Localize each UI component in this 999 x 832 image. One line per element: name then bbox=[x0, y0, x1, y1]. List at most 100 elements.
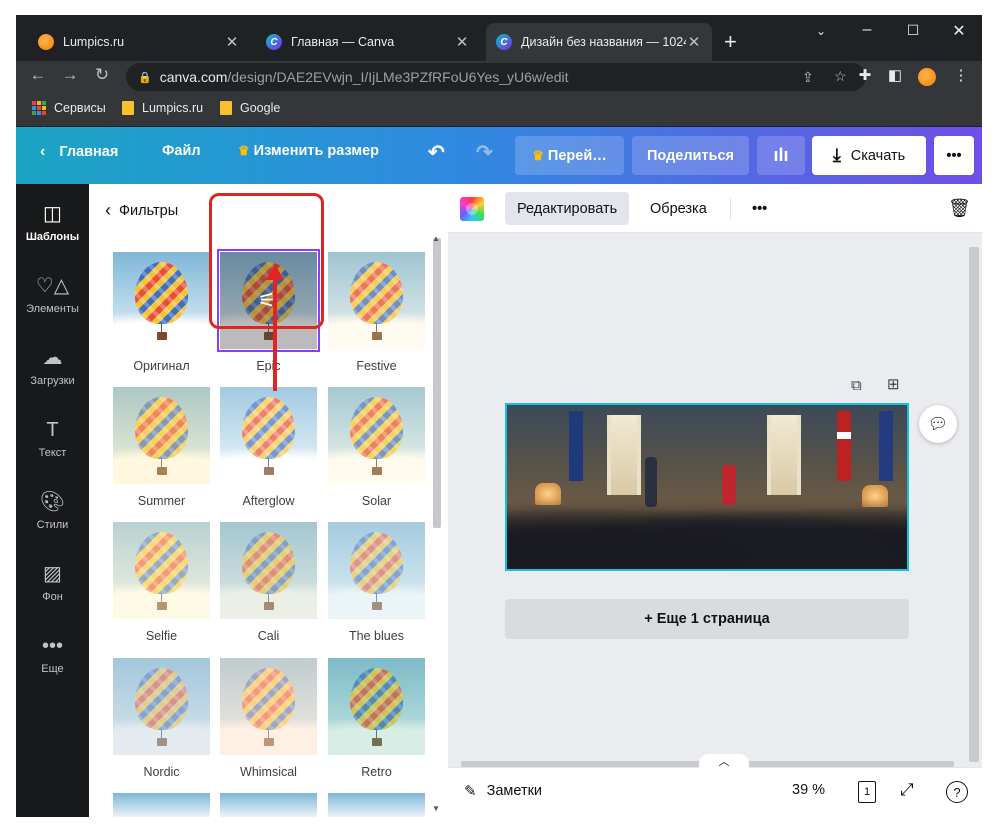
filter-thumbnail[interactable] bbox=[220, 793, 317, 817]
scroll-up-icon[interactable]: ▲ bbox=[432, 234, 440, 243]
trash-icon[interactable]: 🗑︎ bbox=[936, 192, 982, 225]
filter-name: Cali bbox=[257, 629, 280, 643]
bookmark-star-icon[interactable]: ☆ bbox=[834, 68, 847, 85]
filter-option[interactable]: Cali bbox=[220, 522, 317, 643]
canvas-scrollbar-thumb[interactable] bbox=[969, 247, 979, 762]
rail-item-elements[interactable]: ♡△ Элементы bbox=[16, 274, 89, 315]
close-icon[interactable]: ✕ bbox=[454, 33, 470, 51]
edit-image-button[interactable]: Редактировать bbox=[505, 192, 630, 225]
filter-thumbnail[interactable] bbox=[220, 522, 317, 619]
annotation-arrow bbox=[273, 276, 277, 391]
filter-option[interactable]: Summer bbox=[113, 387, 210, 508]
redo-icon[interactable]: ↷ bbox=[476, 140, 493, 165]
address-bar[interactable]: 🔒 canva.com /design/DAE2EVwjn_I/IjLMe3PZ… bbox=[126, 63, 866, 91]
download-button[interactable]: ⤓ Скачать bbox=[812, 136, 926, 175]
rail-label: Текст bbox=[38, 447, 67, 459]
pages-drawer-toggle-icon[interactable]: ︿ bbox=[699, 754, 749, 768]
fullscreen-icon[interactable]: ⤢ bbox=[900, 780, 914, 800]
rail-label: Еще bbox=[41, 663, 64, 675]
browser-tab[interactable]: C Главная — Canva ✕ bbox=[256, 23, 480, 61]
filter-option[interactable]: Solar bbox=[328, 387, 425, 508]
close-icon[interactable]: ✕ bbox=[224, 33, 240, 51]
rail-item-uploads[interactable]: ☁ Загрузки bbox=[16, 346, 89, 387]
filter-option-partial[interactable] bbox=[113, 793, 210, 817]
comment-icon[interactable]: 💬︎ bbox=[919, 405, 957, 443]
filter-thumbnail[interactable] bbox=[113, 793, 210, 817]
share-button[interactable]: Поделиться bbox=[632, 136, 749, 175]
filter-name: Whimsical bbox=[240, 765, 297, 779]
filter-option-partial[interactable] bbox=[220, 793, 317, 817]
filter-thumbnail[interactable] bbox=[113, 658, 210, 755]
upgrade-button[interactable]: ♛ Перей… bbox=[515, 136, 624, 175]
filter-option[interactable]: Nordic bbox=[113, 658, 210, 779]
rail-item-more[interactable]: ••• Еще bbox=[16, 634, 89, 675]
page-count-button[interactable]: 1 bbox=[858, 781, 876, 803]
forward-icon[interactable]: → bbox=[58, 65, 82, 85]
bookmark-lumpics[interactable]: Lumpics.ru bbox=[122, 101, 203, 115]
filter-option[interactable]: Afterglow bbox=[220, 387, 317, 508]
tab-search-icon[interactable]: ⌄ bbox=[806, 24, 836, 38]
new-tab-icon[interactable]: + bbox=[724, 29, 737, 55]
rail-item-templates[interactable]: ◫ Шаблоны bbox=[16, 202, 89, 243]
home-button[interactable]: ‹ Главная bbox=[40, 143, 118, 161]
file-menu[interactable]: Файл bbox=[162, 143, 201, 159]
filter-option[interactable]: Selfie bbox=[113, 522, 210, 643]
panel-back-button[interactable]: ‹ Фильтры bbox=[105, 200, 178, 221]
rail-label: Шаблоны bbox=[25, 231, 80, 243]
more-options-button[interactable]: ••• bbox=[740, 192, 779, 225]
filter-thumbnail[interactable] bbox=[113, 522, 210, 619]
window-close-icon[interactable]: ✕ bbox=[944, 21, 974, 41]
notes-button[interactable]: ✎ Заметки bbox=[464, 782, 542, 800]
browser-tab-active[interactable]: C Дизайн без названия — 1024 ✕ bbox=[486, 23, 712, 61]
scroll-down-icon[interactable]: ▼ bbox=[432, 804, 440, 813]
filter-thumbnail[interactable] bbox=[328, 252, 425, 349]
add-page-button[interactable]: + Еще 1 страница bbox=[505, 599, 909, 639]
filter-thumbnail[interactable] bbox=[113, 387, 210, 484]
add-page-icon[interactable]: ⊞ bbox=[887, 375, 900, 393]
maximize-icon[interactable]: ☐ bbox=[898, 22, 928, 39]
filter-thumbnail[interactable] bbox=[220, 387, 317, 484]
rail-item-background[interactable]: ▨ Фон bbox=[16, 562, 89, 603]
filter-thumbnail[interactable] bbox=[113, 252, 210, 349]
side-panel-icon[interactable]: ◧ bbox=[884, 66, 906, 84]
filter-option[interactable]: The blues bbox=[328, 522, 425, 643]
filter-option-partial[interactable] bbox=[328, 793, 425, 817]
zoom-level[interactable]: 39 % bbox=[792, 782, 825, 798]
panel-scrollbar-thumb[interactable] bbox=[433, 238, 441, 528]
bookmark-apps[interactable]: Сервисы bbox=[32, 101, 106, 115]
filter-thumbnail[interactable] bbox=[328, 658, 425, 755]
design-page-image[interactable] bbox=[505, 403, 909, 571]
extensions-icon[interactable]: ✚ bbox=[854, 66, 876, 84]
rail-item-text[interactable]: T Текст bbox=[16, 418, 89, 459]
undo-icon[interactable]: ↶ bbox=[428, 140, 445, 165]
close-icon[interactable]: ✕ bbox=[686, 33, 702, 51]
filter-thumbnail[interactable] bbox=[220, 658, 317, 755]
download-label: Скачать bbox=[850, 147, 906, 164]
filter-option[interactable]: Whimsical bbox=[220, 658, 317, 779]
filter-option[interactable]: Retro bbox=[328, 658, 425, 779]
bookmark-google[interactable]: Google bbox=[220, 101, 280, 115]
minimize-icon[interactable]: – bbox=[852, 21, 882, 39]
color-picker-icon[interactable] bbox=[460, 197, 484, 221]
crown-icon: ♛ bbox=[238, 143, 250, 158]
browser-tab[interactable]: Lumpics.ru ✕ bbox=[28, 23, 250, 61]
profile-avatar[interactable] bbox=[918, 68, 936, 86]
filter-option[interactable]: Оригинал bbox=[113, 252, 210, 373]
duplicate-page-icon[interactable]: ⧉ bbox=[851, 377, 862, 394]
filter-thumbnail[interactable] bbox=[328, 387, 425, 484]
back-icon[interactable]: ← bbox=[26, 65, 50, 85]
help-button[interactable]: ? bbox=[946, 781, 968, 803]
reload-icon[interactable]: ↻ bbox=[90, 65, 114, 85]
share-page-icon[interactable]: ⇪ bbox=[802, 69, 814, 86]
insights-chart-icon[interactable]: ılı bbox=[757, 136, 805, 175]
filter-thumbnail[interactable] bbox=[328, 522, 425, 619]
filter-option[interactable]: Festive bbox=[328, 252, 425, 373]
rail-item-styles[interactable]: 🎨︎ Стили bbox=[16, 490, 89, 531]
resize-button[interactable]: ♛ Изменить размер bbox=[238, 143, 379, 159]
folder-icon bbox=[122, 101, 134, 115]
crop-button[interactable]: Обрезка bbox=[638, 192, 719, 225]
chevron-left-icon: ‹ bbox=[105, 200, 111, 220]
more-menu-button[interactable]: ••• bbox=[934, 136, 974, 175]
browser-menu-icon[interactable]: ⋮ bbox=[950, 66, 972, 84]
filter-thumbnail[interactable] bbox=[328, 793, 425, 817]
